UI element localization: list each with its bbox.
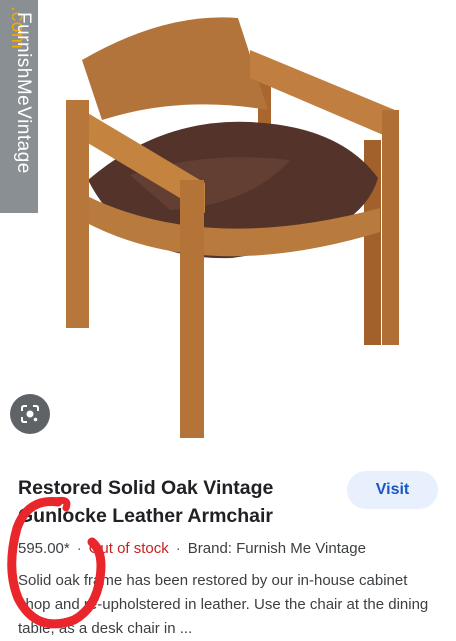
separator-dot: · xyxy=(175,540,181,557)
product-description: Solid oak frame has been restored by our… xyxy=(18,572,429,637)
price: 595.00* xyxy=(18,540,70,557)
product-image[interactable]: FurnishMeVintage .com xyxy=(0,0,456,458)
product-title[interactable]: Restored Solid Oak Vintage Gunlocke Leat… xyxy=(18,474,318,530)
visit-button[interactable]: Visit xyxy=(347,471,438,509)
google-lens-icon xyxy=(21,405,39,423)
product-meta: 595.00* · Out of stock · Brand: Furnish Me V… xyxy=(18,540,366,557)
watermark-text: FurnishMeVintage xyxy=(13,12,34,174)
armchair-image xyxy=(66,17,399,438)
google-lens-button[interactable] xyxy=(10,394,50,434)
brand: Brand: Furnish Me Vintage xyxy=(187,540,366,557)
stock-status: Out of stock xyxy=(88,540,169,557)
watermark-logo: FurnishMeVintage .com xyxy=(0,0,38,213)
separator-dot: · xyxy=(76,540,82,557)
